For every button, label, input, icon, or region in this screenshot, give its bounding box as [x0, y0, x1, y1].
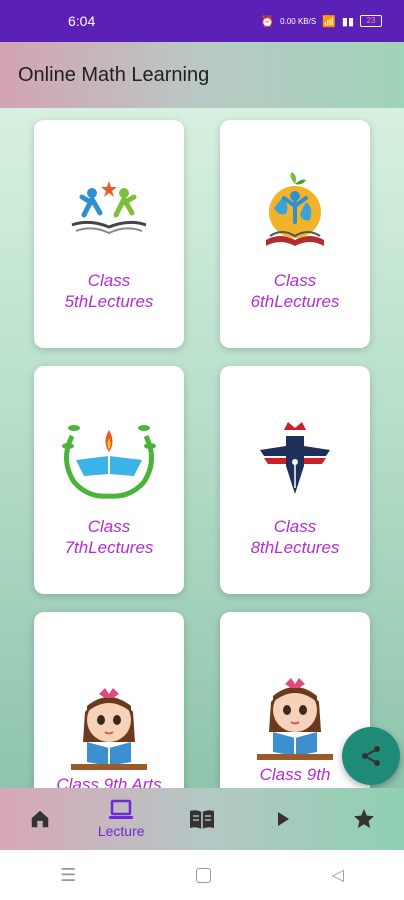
card-class-9th-arts[interactable]: Class 9th Arts — [34, 612, 184, 788]
card-label: Class 9th — [259, 765, 331, 784]
back-icon[interactable]: ◁ — [332, 865, 344, 885]
nav-lecture[interactable]: Lecture — [91, 799, 151, 839]
open-book-flame-icon — [49, 406, 169, 516]
girl-reading-icon — [49, 672, 169, 782]
card-label: Class 6thLectures — [250, 271, 340, 311]
card-class-6th[interactable]: Class 6thLectures — [220, 120, 370, 348]
share-button[interactable] — [342, 727, 400, 785]
nav-home[interactable] — [10, 808, 70, 830]
teamwork-book-icon — [49, 160, 169, 270]
star-icon — [353, 809, 374, 828]
battery-icon: 23 — [360, 15, 382, 27]
card-label: Class 9th Arts — [56, 775, 162, 788]
home-icon — [32, 810, 49, 828]
girl-reading-icon — [235, 662, 355, 772]
pen-crown-icon — [235, 406, 355, 516]
card-class-5th[interactable]: Class 5thLectures — [34, 120, 184, 348]
page-title: Online Math Learning — [18, 63, 210, 86]
system-navigation-bar: ☰ ◁ — [0, 850, 404, 900]
net-speed: 0.00 KB/S — [280, 16, 317, 26]
bottom-navigation: Lecture — [0, 788, 404, 850]
nav-play[interactable] — [253, 810, 313, 828]
alarm-icon: ⏰ — [260, 15, 275, 28]
status-icons: ⏰ 0.00 KB/S 📶 ▮▮ 23 — [260, 15, 382, 28]
book-icon — [189, 810, 214, 829]
nav-star[interactable] — [334, 807, 394, 831]
card-class-7th[interactable]: Class 7thLectures — [34, 366, 184, 594]
nav-book[interactable] — [172, 808, 232, 830]
share-icon — [362, 746, 380, 766]
lecture-grid-container[interactable]: Class 5thLectures Class 6thLectures Clas… — [0, 108, 404, 788]
signal-icon: ▮▮ — [341, 15, 354, 28]
card-label: Class 7thLectures — [64, 517, 154, 557]
lecture-grid: Class 5thLectures Class 6thLectures Clas… — [0, 108, 404, 788]
home-square-icon[interactable] — [196, 867, 212, 883]
card-label: Class 8thLectures — [250, 517, 340, 557]
nav-lecture-label: Lecture — [97, 823, 145, 839]
wifi-icon: 📶 — [322, 15, 336, 28]
laptop-icon — [109, 799, 134, 819]
status-bar: 6:04 ⏰ 0.00 KB/S 📶 ▮▮ 23 — [0, 0, 404, 42]
card-class-8th[interactable]: Class 8thLectures — [220, 366, 370, 594]
menu-icon[interactable]: ☰ — [60, 865, 76, 886]
app-bar: Online Math Learning — [0, 42, 404, 108]
globe-book-icon — [235, 160, 355, 270]
card-label: Class 5thLectures — [64, 271, 154, 311]
play-icon — [277, 812, 289, 826]
status-time: 6:04 — [68, 13, 96, 29]
